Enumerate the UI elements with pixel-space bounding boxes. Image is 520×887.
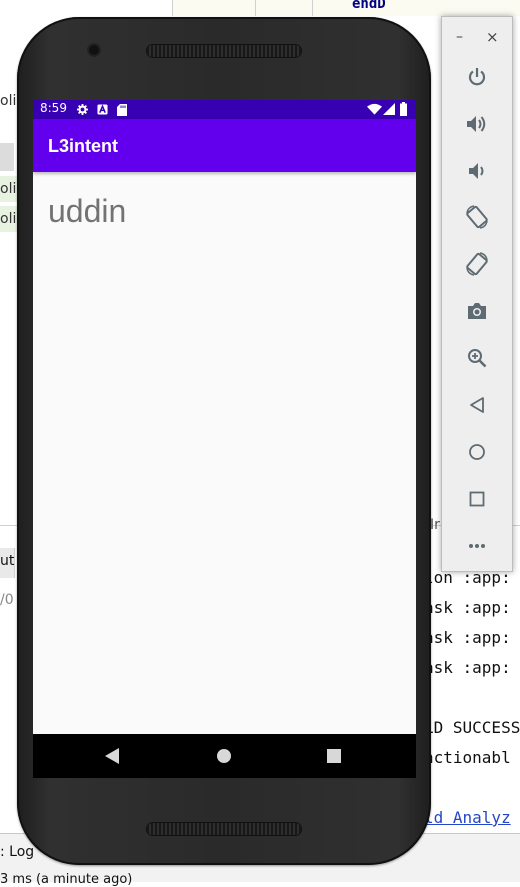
logcat-tab[interactable]: : Log: [0, 844, 34, 860]
rotate-left-icon: [466, 205, 488, 229]
bottom-panel-label: ut: [0, 553, 15, 569]
nav-overview-button[interactable]: [304, 734, 364, 778]
close-button[interactable]: ×: [486, 28, 499, 46]
back-icon: [470, 397, 484, 413]
camera-icon: [468, 303, 486, 319]
battery-icon: [400, 102, 407, 116]
home-icon: [469, 444, 485, 460]
front-camera: [89, 45, 99, 55]
navigation-bar: [33, 734, 416, 778]
status-time: 8:59: [40, 101, 67, 115]
status-message: 3 ms (a minute ago): [0, 872, 133, 887]
editor-gutter: [172, 0, 520, 16]
top-speaker: [147, 45, 301, 57]
bottom-speaker: [147, 823, 301, 835]
rotate-left-button[interactable]: [459, 199, 495, 235]
rotate-right-icon: [466, 252, 488, 276]
cell-signal-icon: [383, 103, 395, 115]
power-icon: [468, 68, 486, 86]
settings-icon: [77, 104, 88, 115]
nav-home-button[interactable]: [194, 734, 254, 778]
rotate-right-button[interactable]: [459, 246, 495, 282]
emulator-toolbar: – ×: [441, 16, 513, 572]
volume-down-button[interactable]: [459, 153, 495, 189]
left-panel-header: [0, 143, 14, 171]
notification-a-icon: [97, 104, 108, 115]
build-log-line: ask :app:: [424, 658, 511, 677]
build-log-line: ask :app:: [424, 598, 511, 617]
content-text: uddin: [48, 193, 127, 229]
build-log-line: LD SUCCESS: [424, 718, 520, 737]
sd-card-icon: [117, 104, 127, 116]
zoom-button[interactable]: [459, 340, 495, 376]
bottom-panel-value: /0: [0, 592, 14, 608]
power-button[interactable]: [459, 59, 495, 95]
overview-button[interactable]: [459, 481, 495, 517]
device-frame: 8:59 L3intent uddin: [17, 17, 431, 865]
code-fragment: endD: [352, 0, 386, 12]
build-log-line: nctionabl: [424, 748, 511, 767]
device-screen[interactable]: 8:59 L3intent uddin: [33, 100, 416, 778]
app-bar: L3intent: [33, 119, 416, 172]
nav-back-button[interactable]: [82, 734, 142, 778]
home-icon: [217, 749, 231, 763]
overview-icon: [469, 491, 485, 507]
wifi-icon: [367, 103, 382, 115]
app-title: L3intent: [48, 136, 118, 156]
status-bar: 8:59: [33, 100, 416, 119]
more-icon: [469, 544, 485, 548]
overview-icon: [327, 749, 341, 763]
home-button[interactable]: [459, 434, 495, 470]
more-button[interactable]: [459, 528, 495, 564]
build-log-line: ask :app:: [424, 628, 511, 647]
minimize-button[interactable]: –: [456, 29, 463, 45]
volume-up-icon: [467, 116, 486, 132]
zoom-icon: [468, 349, 487, 368]
volume-down-icon: [469, 163, 484, 179]
back-button[interactable]: [459, 387, 495, 423]
tool-tab-label[interactable]: Ir: [430, 517, 440, 533]
screenshot-button[interactable]: [459, 293, 495, 329]
back-icon: [105, 748, 119, 764]
build-analyzer-link[interactable]: ld Analyz: [424, 808, 511, 827]
volume-up-button[interactable]: [459, 106, 495, 142]
